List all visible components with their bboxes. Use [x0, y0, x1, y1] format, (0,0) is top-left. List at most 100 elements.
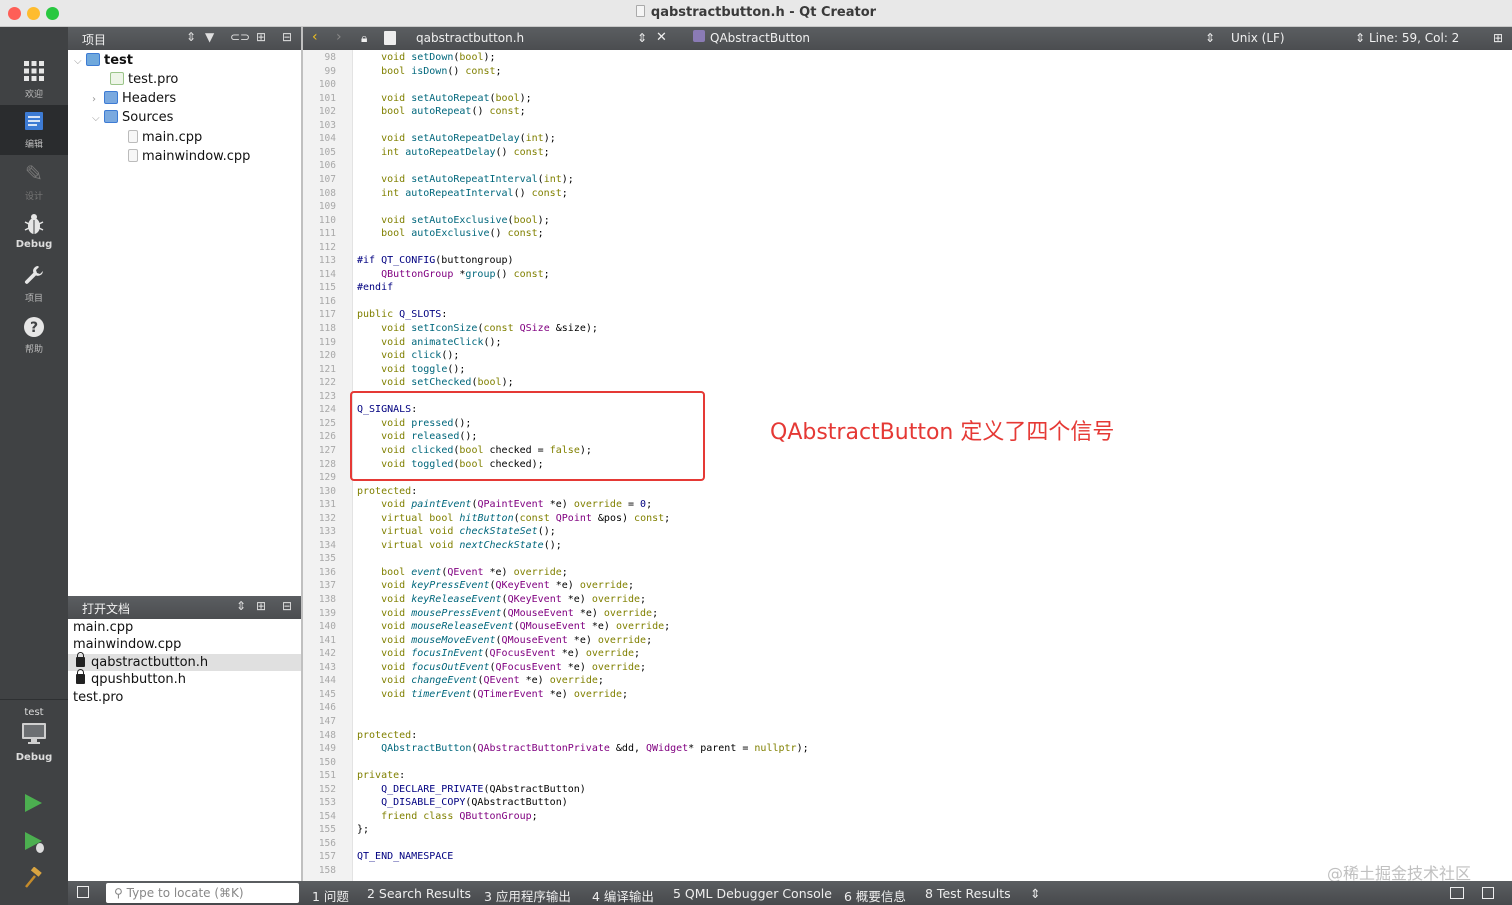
code-line[interactable]: bool event(QEvent *e) override; [357, 566, 568, 580]
debug-run-button[interactable] [22, 830, 46, 858]
close-pane-icon[interactable]: ⊟ [282, 599, 292, 613]
code-line[interactable]: Q_DECLARE_PRIVATE(QAbstractButton) [357, 783, 586, 797]
code-line[interactable]: Q_DISABLE_COPY(QAbstractButton) [357, 796, 568, 810]
right-sidebar-toggle-icon[interactable] [1482, 887, 1494, 899]
code-line[interactable]: void setAutoExclusive(bool); [357, 214, 550, 228]
mode-projects[interactable]: 项目 [0, 259, 68, 309]
code-line[interactable]: void keyPressEvent(QKeyEvent *e) overrid… [357, 579, 634, 593]
tab-compile-output[interactable]: 4 编译输出 [592, 886, 654, 905]
code-line[interactable]: void mouseReleaseEvent(QMouseEvent *e) o… [357, 620, 670, 634]
run-button[interactable] [22, 792, 44, 818]
code-line[interactable]: void toggle(); [357, 363, 465, 377]
code-line[interactable]: QAbstractButton(QAbstractButtonPrivate &… [357, 742, 809, 756]
updown-icon[interactable]: ⇕ [1030, 886, 1040, 901]
code-line[interactable]: protected: [357, 485, 417, 499]
tree-item-file[interactable]: mainwindow.cpp [128, 147, 250, 166]
code-line[interactable]: void setIconSize(const QSize &size); [357, 322, 598, 336]
mode-debug[interactable]: Debug [0, 207, 68, 257]
code-line[interactable]: #endif [357, 281, 393, 295]
open-doc-item[interactable]: qabstractbutton.h [68, 652, 301, 671]
code-line[interactable]: private: [357, 769, 405, 783]
code-line[interactable]: void focusOutEvent(QFocusEvent *e) overr… [357, 661, 646, 675]
tab-general-messages[interactable]: 6 概要信息 [844, 886, 906, 905]
code-line[interactable]: int autoRepeatInterval() const; [357, 187, 568, 201]
chevron-down-icon[interactable]: ⌵ [74, 52, 86, 71]
code-line[interactable]: bool isDown() const; [357, 65, 501, 79]
code-line[interactable]: void animateClick(); [357, 336, 501, 350]
code-line[interactable]: bool autoExclusive() const; [357, 227, 544, 241]
code-line[interactable]: public Q_SLOTS: [357, 308, 447, 322]
close-doc-icon[interactable]: ✕ [656, 30, 667, 45]
close-pane-icon[interactable]: ⊟ [282, 30, 292, 44]
code-line[interactable]: void setAutoRepeat(bool); [357, 92, 532, 106]
tab-test-results[interactable]: 8 Test Results [925, 886, 1011, 901]
code-line[interactable]: void keyReleaseEvent(QKeyEvent *e) overr… [357, 593, 646, 607]
code-line[interactable]: void click(); [357, 349, 459, 363]
tree-item-file[interactable]: test.pro [110, 70, 178, 89]
tab-qml-debugger[interactable]: 5 QML Debugger Console [673, 886, 832, 901]
updown-icon[interactable]: ⇕ [186, 30, 196, 44]
updown-icon[interactable]: ⇕ [1205, 31, 1215, 45]
line-number: 156 [318, 837, 336, 849]
tab-search-results[interactable]: 2 Search Results [367, 886, 471, 901]
cursor-position[interactable]: Line: 59, Col: 2 [1369, 31, 1459, 45]
code-line[interactable]: virtual void nextCheckState(); [357, 539, 562, 553]
code-line[interactable]: }; [357, 823, 369, 837]
code-line[interactable]: int autoRepeatDelay() const; [357, 146, 550, 160]
updown-icon[interactable]: ⇕ [637, 31, 647, 45]
code-line[interactable]: void mousePressEvent(QMouseEvent *e) ove… [357, 607, 658, 621]
code-line[interactable]: QButtonGroup *group() const; [357, 268, 550, 282]
link-icon[interactable]: ⊂⊃ [230, 30, 250, 44]
code-line[interactable]: void setAutoRepeatInterval(int); [357, 173, 574, 187]
mode-welcome[interactable]: 欢迎 [0, 55, 68, 105]
code-line[interactable]: void changeEvent(QEvent *e) override; [357, 674, 604, 688]
window-titlebar: qabstractbutton.h - Qt Creator [0, 0, 1512, 27]
split-icon[interactable]: ⊞ [256, 30, 266, 44]
code-line[interactable]: QT_END_NAMESPACE [357, 850, 453, 864]
open-doc-item[interactable]: test.pro [68, 689, 301, 706]
code-line[interactable]: protected: [357, 729, 417, 743]
code-line[interactable]: void setChecked(bool); [357, 376, 514, 390]
mode-design[interactable]: ✎ 设计 [0, 157, 68, 207]
code-line[interactable]: void paintEvent(QPaintEvent *e) override… [357, 498, 652, 512]
updown-icon[interactable]: ⇕ [236, 599, 246, 613]
locator-input[interactable]: ⚲ Type to locate (⌘K) [106, 883, 299, 903]
chevron-right-icon[interactable]: › [92, 90, 104, 109]
kit-selector[interactable]: test Debug [0, 705, 68, 775]
code-line[interactable]: virtual bool hitButton(const QPoint &pos… [357, 512, 670, 526]
tab-app-output[interactable]: 3 应用程序输出 [484, 886, 571, 905]
tree-item-file[interactable]: main.cpp [128, 128, 202, 147]
split-icon[interactable]: ⊞ [1493, 31, 1503, 45]
code-line[interactable]: friend class QButtonGroup; [357, 810, 538, 824]
open-doc-item[interactable]: mainwindow.cpp [68, 636, 301, 653]
document-selector[interactable]: qabstractbutton.h [416, 31, 524, 45]
build-button[interactable] [22, 866, 44, 893]
code-line[interactable]: void setDown(bool); [357, 51, 495, 65]
output-toggle-icon[interactable] [1450, 887, 1464, 899]
tab-issues[interactable]: 1 问题 [312, 886, 349, 905]
tree-item-project[interactable]: ⌵ test [74, 51, 133, 70]
filter-icon[interactable]: ▼ [205, 30, 214, 44]
line-ending-selector[interactable]: Unix (LF) [1231, 31, 1285, 45]
forward-icon[interactable]: › [336, 29, 342, 45]
code-line[interactable]: void timerEvent(QTimerEvent *e) override… [357, 688, 628, 702]
code-line[interactable]: void mouseMoveEvent(QMouseEvent *e) over… [357, 634, 652, 648]
code-line[interactable]: virtual void checkStateSet(); [357, 525, 556, 539]
open-doc-item[interactable]: main.cpp [68, 619, 301, 636]
mode-help[interactable]: ? 帮助 [0, 310, 68, 360]
tree-item-folder[interactable]: › Headers [92, 89, 176, 108]
open-doc-item[interactable]: qpushbutton.h [68, 669, 301, 688]
code-line[interactable]: void focusInEvent(QFocusEvent *e) overri… [357, 647, 640, 661]
code-line[interactable]: #if QT_CONFIG(buttongroup) [357, 254, 514, 268]
code-line[interactable]: void setAutoRepeatDelay(int); [357, 132, 556, 146]
chevron-down-icon[interactable]: ⌵ [92, 109, 104, 128]
split-icon[interactable]: ⊞ [256, 599, 266, 613]
updown-icon[interactable]: ⇕ [1355, 31, 1365, 45]
lock-toggle-icon[interactable]: 🔒︎ [361, 31, 367, 46]
symbol-selector[interactable]: QAbstractButton [710, 31, 810, 45]
sidebar-toggle-icon[interactable] [77, 886, 89, 898]
tree-item-folder[interactable]: ⌵ Sources [92, 108, 173, 127]
code-line[interactable]: bool autoRepeat() const; [357, 105, 526, 119]
back-icon[interactable]: ‹ [312, 29, 318, 45]
mode-edit[interactable]: 编辑 [0, 105, 68, 155]
